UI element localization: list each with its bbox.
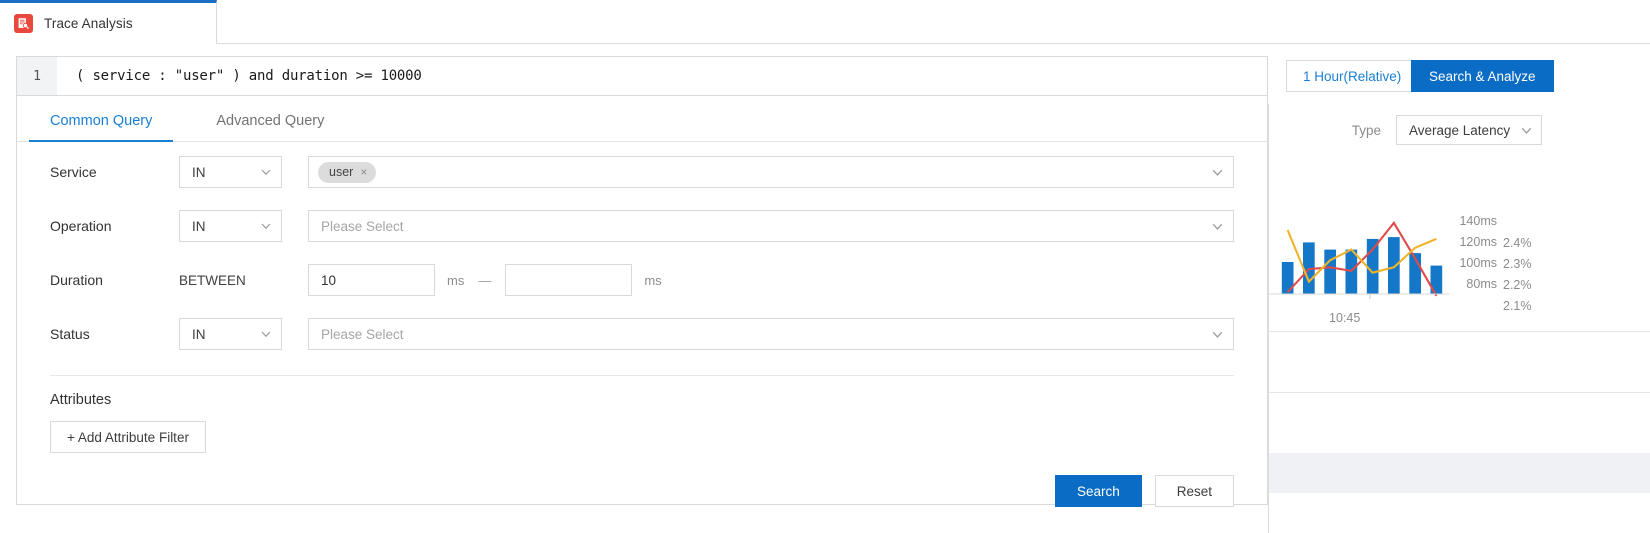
duration-operator-text: BETWEEN bbox=[179, 272, 246, 288]
chart-right-axis-ticks: 2.4% 2.3% 2.2% 2.1% bbox=[1503, 236, 1543, 313]
form-row-operation: Operation IN Please Select bbox=[17, 202, 1267, 250]
service-label: Service bbox=[50, 164, 97, 180]
form-row-duration: Duration BETWEEN 10 ms — ms bbox=[17, 256, 1267, 304]
duration-max-input[interactable] bbox=[505, 264, 633, 296]
tab-label: Trace Analysis bbox=[44, 16, 133, 31]
status-operator-select[interactable]: IN bbox=[179, 318, 282, 350]
chart-bar bbox=[1388, 237, 1400, 294]
chevron-down-icon bbox=[260, 220, 272, 232]
service-tag-label: user bbox=[329, 165, 354, 179]
latency-chart: 140ms 120ms 100ms 80ms 2.4% 2.3% 2.2% 2.… bbox=[1269, 156, 1650, 331]
operation-placeholder: Please Select bbox=[321, 218, 404, 234]
close-icon[interactable]: × bbox=[360, 165, 367, 179]
duration-label: Duration bbox=[50, 272, 103, 288]
search-analyze-button[interactable]: Search & Analyze bbox=[1411, 60, 1554, 92]
chevron-down-icon bbox=[1211, 166, 1223, 178]
operation-label: Operation bbox=[50, 218, 112, 234]
duration-unit-from: ms bbox=[447, 272, 465, 288]
left-axis-tick: 120ms bbox=[1459, 235, 1497, 249]
form-row-status: Status IN Please Select bbox=[17, 310, 1267, 358]
tab-advanced-query[interactable]: Advanced Query bbox=[216, 113, 324, 141]
chart-type-value: Average Latency bbox=[1409, 122, 1511, 138]
service-operator-select[interactable]: IN bbox=[179, 156, 282, 188]
chart-type-label: Type bbox=[1351, 122, 1381, 138]
tab-strip-empty-area bbox=[217, 0, 1650, 44]
chevron-down-icon bbox=[1211, 328, 1223, 340]
chart-bar bbox=[1324, 249, 1336, 294]
query-mode-tabs: Common Query Advanced Query bbox=[17, 96, 1267, 142]
chart-bar bbox=[1366, 238, 1379, 294]
chart-type-row: Type Average Latency bbox=[1269, 104, 1650, 156]
query-line-number: 1 bbox=[17, 57, 57, 95]
chart-left-axis-ticks: 140ms 120ms 100ms 80ms bbox=[1451, 214, 1497, 291]
panel-section-b bbox=[1269, 393, 1650, 453]
trace-document-icon bbox=[14, 14, 33, 33]
operation-operator-select[interactable]: IN bbox=[179, 210, 282, 242]
panel-section-a bbox=[1269, 332, 1650, 392]
chevron-down-icon bbox=[260, 166, 272, 178]
browser-tab-strip: Trace Analysis bbox=[0, 0, 1650, 44]
right-axis-tick: 2.3% bbox=[1503, 257, 1532, 271]
chart-x-tick-label: 10:45 bbox=[1329, 311, 1361, 325]
chevron-down-icon bbox=[260, 328, 272, 340]
operation-operator-value: IN bbox=[192, 218, 206, 234]
search-button[interactable]: Search bbox=[1054, 475, 1142, 507]
service-operator-value: IN bbox=[192, 164, 206, 180]
query-input[interactable]: ( service : "user" ) and duration >= 100… bbox=[57, 57, 1267, 95]
time-range-button[interactable]: 1 Hour(Relative) bbox=[1286, 60, 1419, 92]
attributes-title: Attributes bbox=[50, 392, 112, 408]
left-axis-tick: 80ms bbox=[1466, 277, 1497, 291]
status-label: Status bbox=[50, 326, 90, 342]
add-attribute-filter-button[interactable]: + Add Attribute Filter bbox=[50, 421, 206, 453]
status-operator-value: IN bbox=[192, 326, 206, 342]
chevron-down-icon bbox=[1211, 220, 1223, 232]
status-placeholder: Please Select bbox=[321, 326, 404, 342]
duration-min-input[interactable]: 10 bbox=[308, 264, 435, 296]
right-axis-tick: 2.1% bbox=[1503, 299, 1532, 313]
query-card: 1 ( service : "user" ) and duration >= 1… bbox=[16, 56, 1268, 507]
left-axis-tick: 140ms bbox=[1459, 214, 1497, 228]
tab-common-query[interactable]: Common Query bbox=[28, 113, 174, 142]
tab-trace-analysis[interactable]: Trace Analysis bbox=[0, 0, 217, 44]
trace-analysis-page: Trace Analysis 1 Hour(Relative) Search &… bbox=[0, 0, 1650, 533]
chart-type-select[interactable]: Average Latency bbox=[1396, 115, 1542, 145]
operation-value-select[interactable]: Please Select bbox=[308, 210, 1234, 242]
form-row-service: Service IN user × bbox=[17, 148, 1267, 196]
duration-unit-to: ms bbox=[644, 272, 662, 288]
query-editor[interactable]: 1 ( service : "user" ) and duration >= 1… bbox=[17, 57, 1267, 96]
reset-button[interactable]: Reset bbox=[1154, 475, 1234, 507]
common-query-form: Service IN user × Operation IN Please Se… bbox=[17, 148, 1267, 507]
service-tag-user[interactable]: user × bbox=[318, 161, 377, 183]
chevron-down-icon bbox=[1520, 124, 1532, 136]
panel-section-footer bbox=[1269, 453, 1650, 493]
right-axis-tick: 2.4% bbox=[1503, 236, 1532, 250]
status-value-select[interactable]: Please Select bbox=[308, 318, 1234, 350]
service-value-select[interactable]: user × bbox=[308, 156, 1234, 188]
right-axis-tick: 2.2% bbox=[1503, 278, 1532, 292]
duration-range-separator: — bbox=[478, 272, 492, 288]
analysis-right-panel: Type Average Latency 140ms 120ms 100ms 8 bbox=[1268, 104, 1650, 533]
form-actions-bar: Search Reset bbox=[17, 453, 1267, 507]
left-axis-tick: 100ms bbox=[1459, 256, 1497, 270]
